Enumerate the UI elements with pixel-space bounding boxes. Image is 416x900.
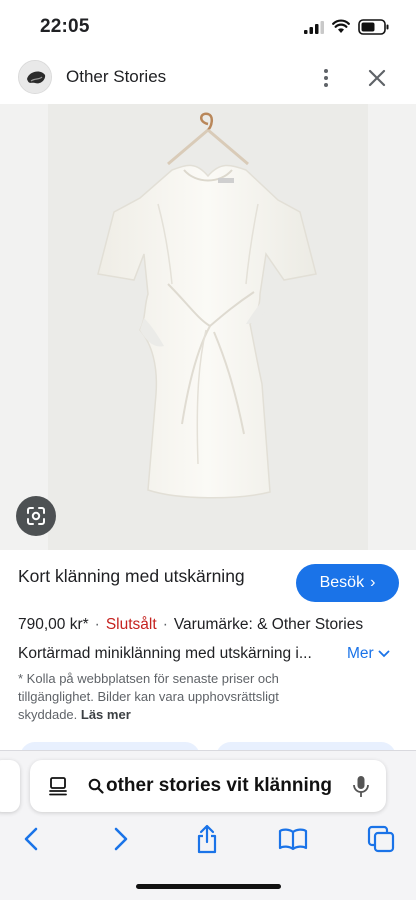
address-text[interactable]: other stories vit klänning xyxy=(106,775,342,797)
product-title[interactable]: Kort klänning med utskärning xyxy=(18,564,268,588)
mic-icon[interactable] xyxy=(352,775,370,799)
signal-icon xyxy=(304,21,324,34)
more-button[interactable]: Mer xyxy=(347,645,390,663)
source-header: Other Stories xyxy=(0,54,416,102)
separator-dot: · xyxy=(162,616,168,633)
price: 790,00 kr* xyxy=(18,616,89,633)
forward-button[interactable] xyxy=(106,824,136,854)
disclaimer-text: * Kolla på webbplatsen för senaste prise… xyxy=(18,671,279,722)
tabs-button[interactable] xyxy=(366,824,396,854)
site-logo-graphic xyxy=(19,61,51,93)
bookmarks-icon xyxy=(278,828,308,851)
site-logo[interactable] xyxy=(18,60,52,94)
status-bar: 22:05 xyxy=(0,0,416,54)
separator-dot: · xyxy=(94,616,100,633)
lens-icon xyxy=(27,507,45,525)
home-indicator xyxy=(136,884,281,889)
status-time: 22:05 xyxy=(40,16,90,37)
more-icon[interactable] xyxy=(316,66,336,90)
availability-status: Slutsålt xyxy=(105,616,157,633)
brand: Varumärke: & Other Stories xyxy=(173,616,364,633)
close-icon[interactable] xyxy=(366,67,388,89)
wifi-icon xyxy=(332,19,350,33)
read-more-link[interactable]: Läs mer xyxy=(81,707,131,722)
bookmarks-button[interactable] xyxy=(278,824,308,854)
chevron-right-icon: › xyxy=(370,574,376,591)
dress-illustration xyxy=(97,112,317,499)
disclaimer: * Kolla på webbplatsen för senaste prise… xyxy=(18,670,318,724)
forward-icon xyxy=(114,827,128,851)
product-image[interactable] xyxy=(0,104,416,550)
tabs-icon xyxy=(367,825,395,853)
back-button[interactable] xyxy=(16,824,46,854)
previous-tab-peek[interactable] xyxy=(0,760,20,812)
visit-button[interactable]: Besök › xyxy=(296,564,399,602)
lens-button[interactable] xyxy=(16,496,56,536)
chevron-down-icon xyxy=(378,650,390,658)
price-line: 790,00 kr* · Slutsålt · Varumärke: & Other S… xyxy=(18,616,363,634)
search-icon xyxy=(88,778,104,794)
share-button[interactable] xyxy=(192,824,222,854)
more-label: Mer xyxy=(347,645,374,662)
reader-icon[interactable] xyxy=(48,776,68,796)
back-icon xyxy=(24,827,38,851)
battery-icon xyxy=(358,19,389,35)
site-name[interactable]: Other Stories xyxy=(66,67,166,87)
share-icon xyxy=(197,824,217,854)
visit-button-label: Besök xyxy=(319,574,365,591)
product-description: Kortärmad miniklänning med utskärning i.… xyxy=(18,645,312,662)
